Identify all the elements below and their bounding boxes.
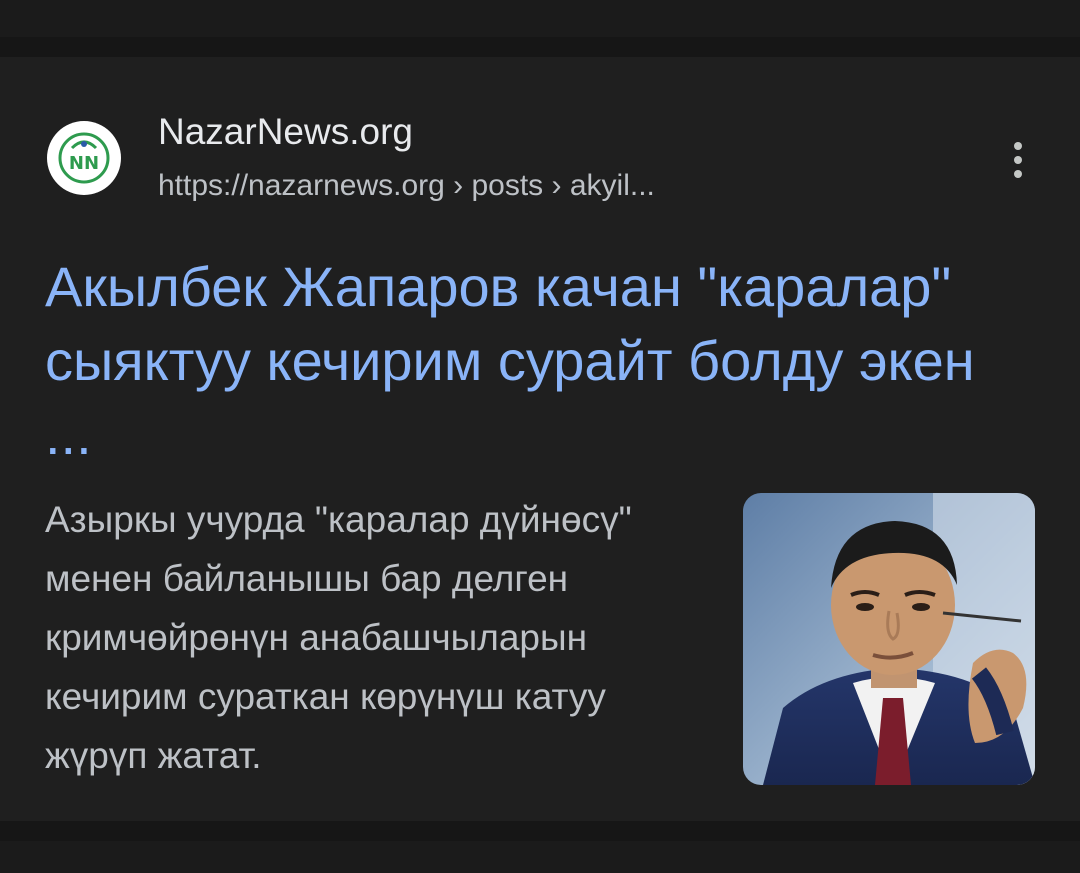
result-title-text: Акылбек Жапаров качан "каралар" сыяктуу …	[45, 255, 975, 392]
previous-result-edge	[0, 0, 1080, 37]
result-thumbnail[interactable]	[743, 493, 1035, 785]
portrait-photo	[743, 493, 1035, 785]
nazarnews-logo-icon: NN	[58, 132, 110, 184]
title-ellipsis: ...	[45, 403, 92, 466]
result-title-link[interactable]: Акылбек Жапаров качан "каралар" сыяктуу …	[45, 250, 1025, 472]
site-favicon[interactable]: NN	[47, 121, 121, 195]
kebab-dot	[1014, 142, 1022, 150]
breadcrumb-url[interactable]: https://nazarnews.org › posts › akyil...	[158, 166, 655, 206]
result-separator	[0, 37, 1080, 57]
logo-lettering: NN	[69, 153, 99, 174]
more-options-button[interactable]	[1000, 136, 1036, 184]
kebab-dot	[1014, 156, 1022, 164]
kebab-dot	[1014, 170, 1022, 178]
result-snippet: Азыркы учурда "каралар дүйнөсү" менен ба…	[45, 499, 632, 776]
site-name[interactable]: NazarNews.org	[158, 110, 413, 154]
next-result-edge	[0, 841, 1080, 873]
result-separator	[0, 821, 1080, 841]
